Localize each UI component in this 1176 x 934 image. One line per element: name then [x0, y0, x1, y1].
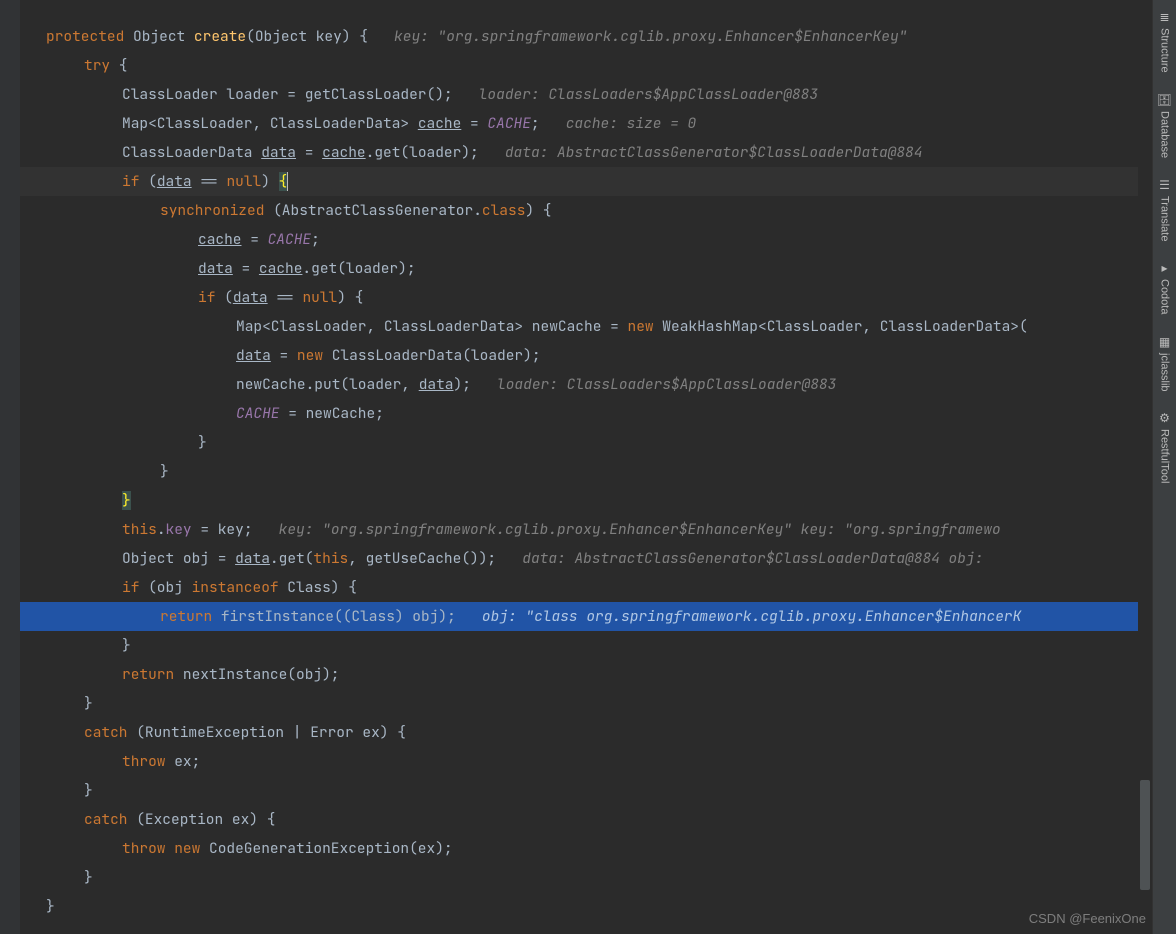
code-line-current: if (data == null) { — [20, 167, 1152, 196]
code-line: Object obj = data.get(this, getUseCache(… — [20, 544, 1152, 573]
tool-database[interactable]: 🗄Database — [1157, 89, 1172, 162]
code-line: } — [20, 689, 1152, 718]
code-line: } — [20, 892, 1152, 921]
tool-translate[interactable]: ☰Translate — [1159, 174, 1171, 245]
jclasslib-icon: ▦ — [1159, 335, 1170, 349]
code-line: try { — [20, 51, 1152, 80]
watermark: CSDN @FeenixOne — [1029, 911, 1146, 926]
code-line: if (obj instanceof Class) { — [20, 573, 1152, 602]
code-line: } — [20, 863, 1152, 892]
code-line: } — [20, 457, 1152, 486]
code-line: throw new CodeGenerationException(ex); — [20, 834, 1152, 863]
right-tool-sidebar: ≣Structure 🗄Database ☰Translate ▸Codota … — [1152, 0, 1176, 934]
codota-icon: ▸ — [1161, 261, 1167, 275]
tool-codota[interactable]: ▸Codota — [1159, 257, 1171, 318]
code-line: } — [20, 631, 1152, 660]
tool-structure[interactable]: ≣Structure — [1159, 6, 1171, 77]
code-line: if (data == null) { — [20, 283, 1152, 312]
code-editor[interactable]: protected Object create(Object key) { ke… — [0, 0, 1152, 934]
code-line-execution: return firstInstance((Class) obj); obj: … — [20, 602, 1152, 631]
scroll-thumb[interactable] — [1140, 780, 1150, 890]
code-line: catch (Exception ex) { — [20, 805, 1152, 834]
restful-icon: ⚙ — [1159, 411, 1170, 425]
code-line: newCache.put(loader, data); loader: Clas… — [20, 370, 1152, 399]
database-icon: 🗄 — [1157, 93, 1172, 107]
tool-restfultool[interactable]: ⚙RestfulTool — [1159, 407, 1171, 487]
code-line: ClassLoaderData data = cache.get(loader)… — [20, 138, 1152, 167]
code-line: } — [20, 486, 1152, 515]
code-line: } — [20, 428, 1152, 457]
gutter — [0, 0, 20, 934]
code-line: data = new ClassLoaderData(loader); — [20, 341, 1152, 370]
code-line: } — [20, 776, 1152, 805]
text-caret — [287, 172, 288, 191]
vertical-scrollbar[interactable] — [1138, 0, 1152, 934]
code-line: cache = CACHE; — [20, 225, 1152, 254]
code-area: protected Object create(Object key) { ke… — [20, 0, 1152, 921]
translate-icon: ☰ — [1159, 178, 1170, 192]
structure-icon: ≣ — [1159, 10, 1169, 24]
code-line: return nextInstance(obj); — [20, 660, 1152, 689]
code-line: CACHE = newCache; — [20, 399, 1152, 428]
tool-jclasslib[interactable]: ▦jclasslib — [1159, 331, 1171, 396]
code-line: ClassLoader loader = getClassLoader(); l… — [20, 80, 1152, 109]
code-line: Map<ClassLoader, ClassLoaderData> newCac… — [20, 312, 1152, 341]
code-line: protected Object create(Object key) { ke… — [20, 22, 1152, 51]
code-line: synchronized (AbstractClassGenerator.cla… — [20, 196, 1152, 225]
code-line: catch (RuntimeException | Error ex) { — [20, 718, 1152, 747]
code-line: this.key = key; key: "org.springframewor… — [20, 515, 1152, 544]
code-line: throw ex; — [20, 747, 1152, 776]
code-line: data = cache.get(loader); — [20, 254, 1152, 283]
code-line: Map<ClassLoader, ClassLoaderData> cache … — [20, 109, 1152, 138]
